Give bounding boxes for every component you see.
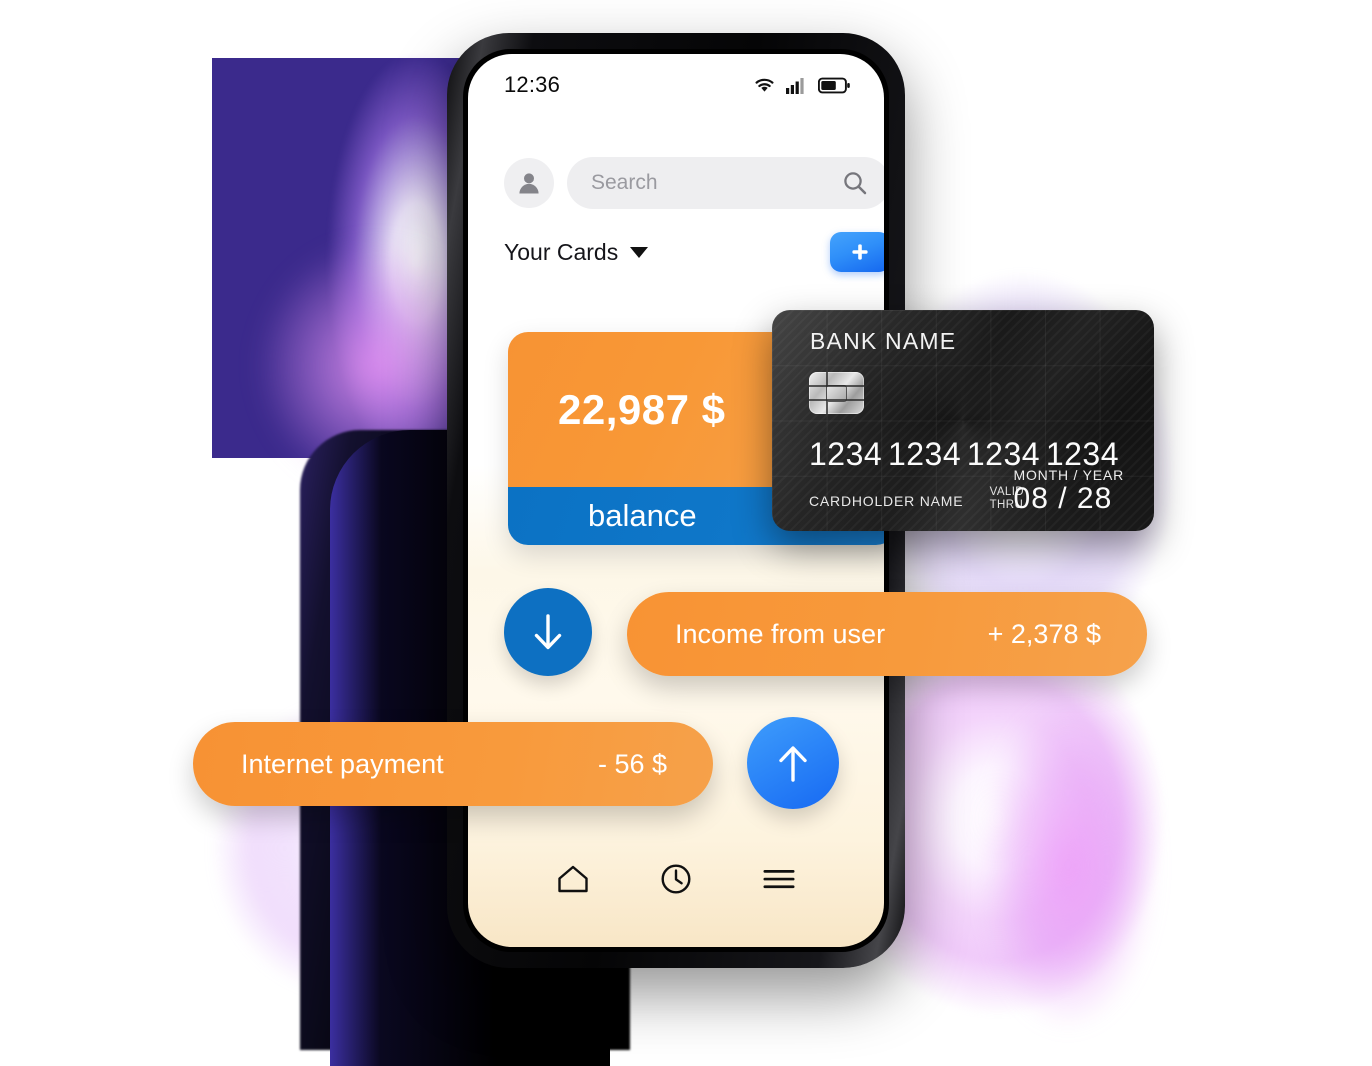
wifi-icon bbox=[753, 76, 776, 94]
transaction-row-internet-payment[interactable]: Internet payment - 56 $ bbox=[193, 722, 713, 806]
your-cards-dropdown[interactable]: Your Cards bbox=[504, 238, 649, 266]
search-placeholder: Search bbox=[591, 171, 658, 194]
credit-card[interactable]: BANK NAME 1234 1234 1234 1234 CARDHOLDER… bbox=[772, 310, 1154, 531]
background-blob-right-pink bbox=[980, 700, 1200, 1030]
background-indigo-block bbox=[212, 58, 470, 458]
balance-amount: 22,987 $ bbox=[558, 385, 726, 433]
search-icon[interactable] bbox=[842, 170, 868, 196]
transaction-label: Income from user bbox=[675, 618, 886, 649]
status-time: 12:36 bbox=[504, 72, 561, 97]
cellular-signal-icon bbox=[786, 76, 808, 94]
credit-card-bank-name: BANK NAME bbox=[810, 328, 957, 354]
expiry-label: MONTH / YEAR bbox=[1013, 467, 1124, 483]
arrow-up-icon[interactable] bbox=[747, 717, 839, 809]
search-input[interactable]: Search bbox=[567, 157, 884, 209]
battery-icon bbox=[818, 77, 850, 94]
arrow-down-icon[interactable] bbox=[504, 588, 592, 676]
user-avatar-icon bbox=[516, 170, 542, 196]
status-bar: 12:36 bbox=[468, 54, 884, 116]
transaction-row-income[interactable]: Income from user + 2,378 $ bbox=[627, 592, 1147, 676]
screenshot-stage: 12:36 Search Your Cards 22,987 $ balance… bbox=[0, 0, 1372, 1066]
bottom-navigation bbox=[468, 849, 884, 909]
card-chip-icon bbox=[809, 372, 864, 414]
balance-label: balance bbox=[588, 498, 697, 533]
card-chip-center bbox=[826, 385, 847, 402]
menu-icon[interactable] bbox=[761, 865, 797, 893]
section-title: Your Cards bbox=[504, 238, 619, 265]
chevron-down-icon bbox=[630, 246, 649, 258]
transaction-amount: - 56 $ bbox=[597, 748, 667, 779]
plus-icon bbox=[849, 241, 871, 263]
clock-icon[interactable] bbox=[658, 861, 694, 897]
card-number-group: 1234 bbox=[887, 436, 962, 472]
avatar[interactable] bbox=[504, 158, 554, 208]
expiry-value: 08 / 28 bbox=[1013, 482, 1113, 515]
credit-card-expiry: MONTH / YEAR 08 / 28 bbox=[1014, 467, 1124, 515]
search-row: Search bbox=[504, 154, 884, 212]
transaction-label: Internet payment bbox=[241, 748, 444, 779]
credit-card-holder-name: CARDHOLDER NAME bbox=[809, 493, 964, 509]
transaction-amount: + 2,378 $ bbox=[987, 618, 1101, 649]
card-number-group: 1234 bbox=[809, 436, 883, 472]
cards-section-header: Your Cards bbox=[504, 226, 884, 278]
add-card-button[interactable] bbox=[830, 232, 884, 272]
status-icons-group bbox=[753, 76, 850, 94]
home-icon[interactable] bbox=[555, 862, 591, 896]
